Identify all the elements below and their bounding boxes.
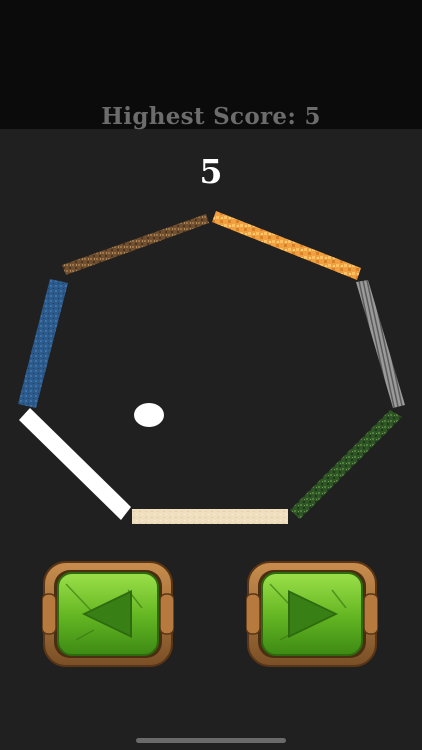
home-indicator[interactable]	[136, 738, 286, 743]
wall-blue	[18, 279, 68, 408]
wall-white	[19, 408, 131, 520]
wall-cream	[132, 509, 288, 524]
wall-green	[290, 410, 402, 519]
rotate-left-button[interactable]	[41, 560, 175, 668]
wall-gray	[356, 280, 405, 408]
wall-orange	[212, 211, 361, 280]
wall-brown	[62, 214, 209, 275]
rotate-right-button[interactable]	[245, 560, 379, 668]
ball	[134, 403, 164, 427]
game-screen: Highest Score: 5 5	[0, 0, 422, 750]
heptagon-walls	[18, 211, 405, 524]
